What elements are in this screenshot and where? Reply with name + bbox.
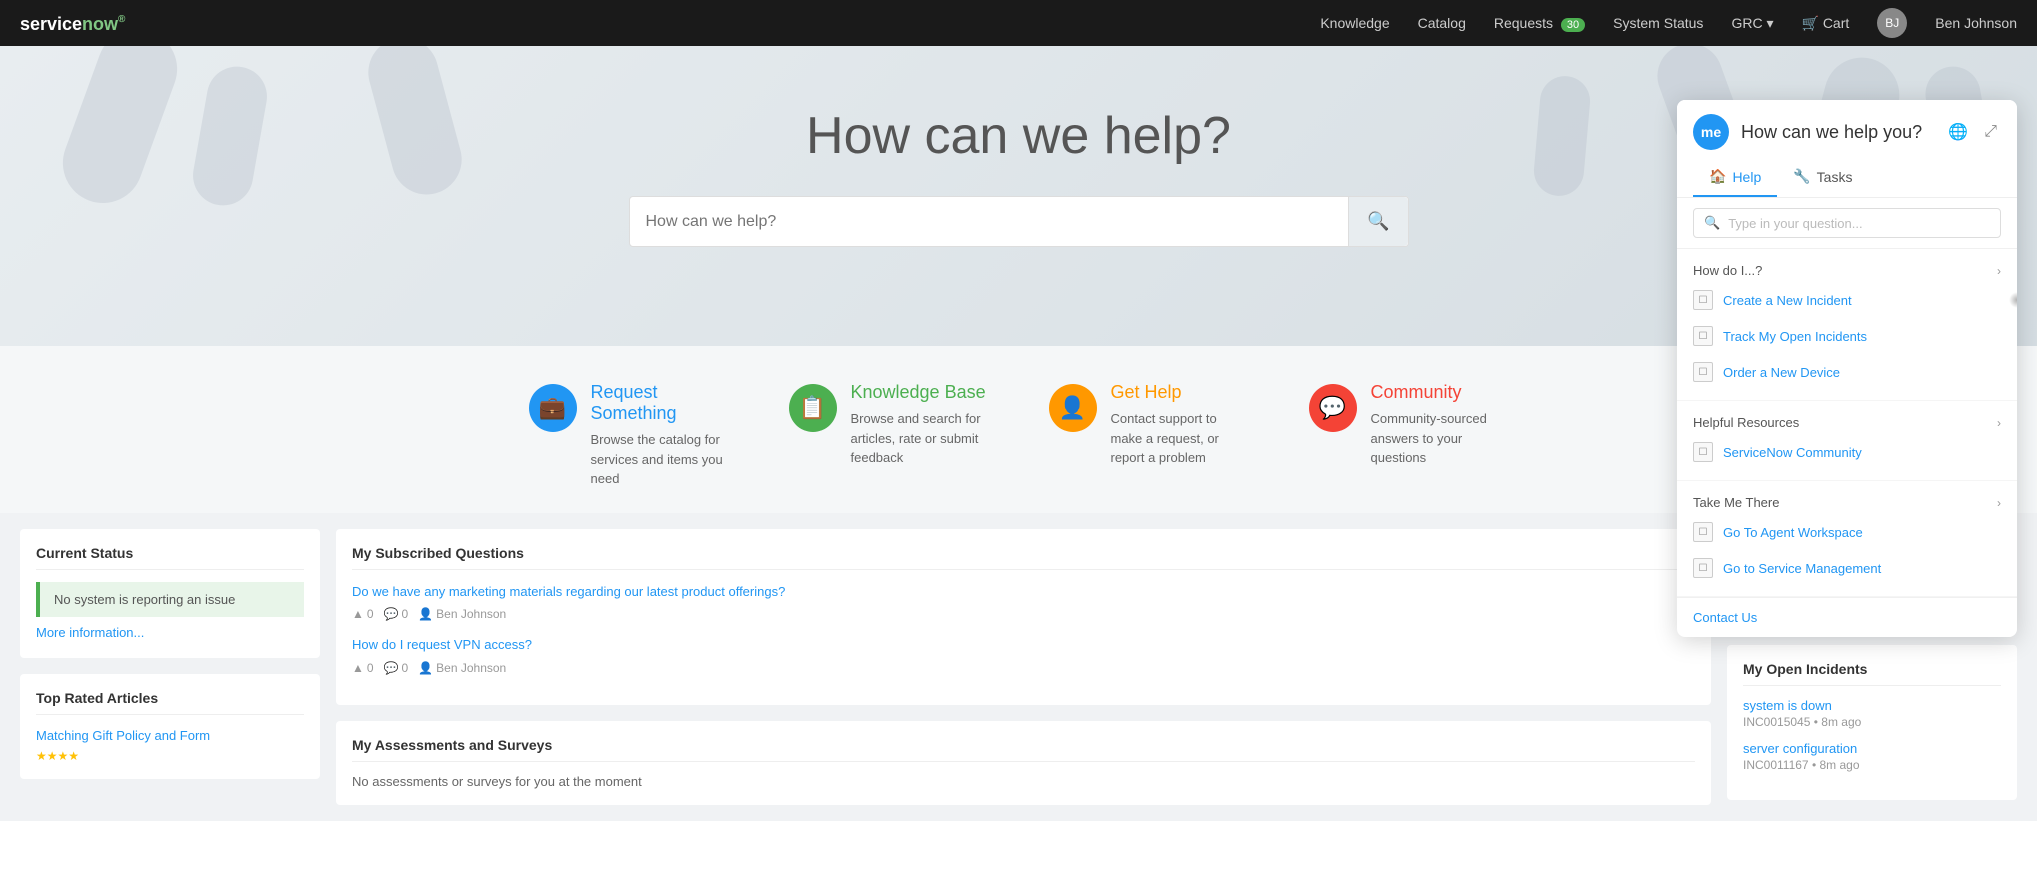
take-me-there-header[interactable]: Take Me There › [1693,491,2001,514]
helpful-resources-chevron: › [1997,416,2001,430]
incident-meta-1: INC0011167 • 8m ago [1743,758,2001,772]
service-management-icon: ☐ [1693,558,1713,578]
incident-link-0[interactable]: system is down [1743,698,2001,713]
chat-item-order-device[interactable]: ☐ Order a New Device [1693,354,2001,390]
knowledge-icon: 📋 [789,384,837,432]
search-input[interactable] [630,199,1349,245]
incident-link-1[interactable]: server configuration [1743,741,2001,756]
take-me-there-chevron: › [1997,496,2001,510]
chat-tab-tasks[interactable]: 🔧 Tasks [1777,158,1868,197]
requests-badge: 30 [1561,18,1585,32]
tasks-icon: 🔧 [1793,168,1810,185]
article-link-0[interactable]: Matching Gift Policy and Form [36,728,210,743]
category-get-help[interactable]: 👤 Get Help Contact support to make a req… [1049,382,1249,489]
nav-requests[interactable]: Requests 30 [1494,15,1585,31]
chat-tabs: 🏠 Help 🔧 Tasks [1677,158,2017,198]
svg-text:now: now [82,14,119,34]
current-status-title: Current Status [36,545,304,570]
top-rated-articles-card: Top Rated Articles Matching Gift Policy … [20,674,320,779]
nav-catalog[interactable]: Catalog [1418,15,1466,31]
request-icon: 💼 [529,384,577,432]
get-help-icon: 👤 [1049,384,1097,432]
create-incident-icon: ☐ [1693,290,1713,310]
current-status-card: Current Status No system is reporting an… [20,529,320,658]
question-link-0[interactable]: Do we have any marketing materials regar… [352,582,1695,602]
assessments-title: My Assessments and Surveys [352,737,1695,762]
category-get-help-text: Get Help Contact support to make a reque… [1111,382,1249,468]
comments-0: 💬 0 [384,607,409,621]
assessments-card: My Assessments and Surveys No assessment… [336,721,1711,805]
chat-panel: me How can we help you? 🌐 ⤢ 🏠 Help 🔧 Tas… [1677,100,2017,637]
logo[interactable]: service now ® [20,11,160,35]
chat-section-helpful-resources: Helpful Resources › ☐ ServiceNow Communi… [1677,401,2017,481]
category-knowledge[interactable]: 📋 Knowledge Base Browse and search for a… [789,382,989,489]
chat-item-track-incidents[interactable]: ☐ Track My Open Incidents [1693,318,2001,354]
chat-search-inner: 🔍 [1693,208,2001,238]
community-icon: 💬 [1309,384,1357,432]
how-do-i-header[interactable]: How do I...? › [1693,259,2001,282]
search-bar: 🔍 [629,196,1409,247]
helpful-resources-header[interactable]: Helpful Resources › [1693,411,2001,434]
question-link-1[interactable]: How do I request VPN access? [352,635,1695,655]
nav-cart[interactable]: 🛒 Cart [1801,15,1849,32]
chat-item-create-incident[interactable]: ☐ Create a New Incident [1693,282,2001,318]
chat-header: me How can we help you? 🌐 ⤢ [1677,100,2017,150]
category-community-text: Community Community-sourced answers to y… [1371,382,1509,468]
chat-globe-button[interactable]: 🌐 [1944,120,1972,144]
chat-section-take-me-there: Take Me There › ☐ Go To Agent Workspace … [1677,481,2017,597]
category-request[interactable]: 💼 Request Something Browse the catalog f… [529,382,729,489]
how-do-i-chevron: › [1997,264,2001,278]
incident-meta-0: INC0015045 • 8m ago [1743,715,2001,729]
no-assessments-message: No assessments or surveys for you at the… [352,774,1695,789]
nav-user[interactable]: Ben Johnson [1935,15,2017,31]
author-0: 👤 Ben Johnson [418,607,506,621]
author-1: 👤 Ben Johnson [418,661,506,675]
navigation: service now ® Knowledge Catalog Requests… [0,0,2037,46]
middle-column: My Subscribed Questions Do we have any m… [336,529,1711,805]
open-incidents-card: My Open Incidents system is down INC0015… [1727,645,2017,800]
nav-grc[interactable]: GRC ▾ [1731,15,1773,32]
chat-item-servicenow-community[interactable]: ☐ ServiceNow Community [1693,434,2001,470]
article-stars-0: ★★★★ [36,749,304,763]
contact-us-link[interactable]: Contact Us [1677,597,2017,637]
comments-1: 💬 0 [384,661,409,675]
nav-system-status[interactable]: System Status [1613,15,1703,31]
chat-avatar: me [1693,114,1729,150]
track-incidents-icon: ☐ [1693,326,1713,346]
chat-search-input[interactable] [1728,216,1990,231]
chat-expand-button[interactable]: ⤢ [1980,121,2001,143]
chat-header-actions: 🌐 ⤢ [1944,120,2001,144]
chat-item-agent-workspace[interactable]: ☐ Go To Agent Workspace [1693,514,2001,550]
subscribed-questions-card: My Subscribed Questions Do we have any m… [336,529,1711,705]
svg-text:®: ® [118,14,126,25]
chat-section-how-do-i: How do I...? › ☐ Create a New Incident ☐… [1677,249,2017,401]
servicenow-community-icon: ☐ [1693,442,1713,462]
agent-workspace-icon: ☐ [1693,522,1713,542]
top-rated-title: Top Rated Articles [36,690,304,715]
user-avatar[interactable]: BJ [1877,8,1907,38]
svg-text:service: service [20,14,82,34]
subscribed-questions-title: My Subscribed Questions [352,545,1695,570]
likes-1: ▲ 0 [352,661,374,675]
chat-item-service-management[interactable]: ☐ Go to Service Management [1693,550,2001,586]
question-meta-0: ▲ 0 💬 0 👤 Ben Johnson [352,607,1695,621]
open-incidents-title: My Open Incidents [1743,661,2001,686]
help-home-icon: 🏠 [1709,168,1726,185]
nav-knowledge[interactable]: Knowledge [1320,15,1389,31]
search-button[interactable]: 🔍 [1348,197,1407,246]
category-community[interactable]: 💬 Community Community-sourced answers to… [1309,382,1509,489]
chat-body: How do I...? › ☐ Create a New Incident ☐… [1677,249,2017,637]
chat-title: How can we help you? [1741,122,1932,143]
category-request-text: Request Something Browse the catalog for… [591,382,729,489]
question-meta-1: ▲ 0 💬 0 👤 Ben Johnson [352,661,1695,675]
status-bar: No system is reporting an issue [36,582,304,617]
chat-search-icon: 🔍 [1704,215,1720,231]
left-column: Current Status No system is reporting an… [20,529,320,805]
order-device-icon: ☐ [1693,362,1713,382]
category-knowledge-text: Knowledge Base Browse and search for art… [851,382,989,468]
likes-0: ▲ 0 [352,607,374,621]
more-info-link[interactable]: More information... [36,625,144,640]
chat-tab-help[interactable]: 🏠 Help [1693,158,1777,197]
chat-search-area: 🔍 [1677,198,2017,249]
